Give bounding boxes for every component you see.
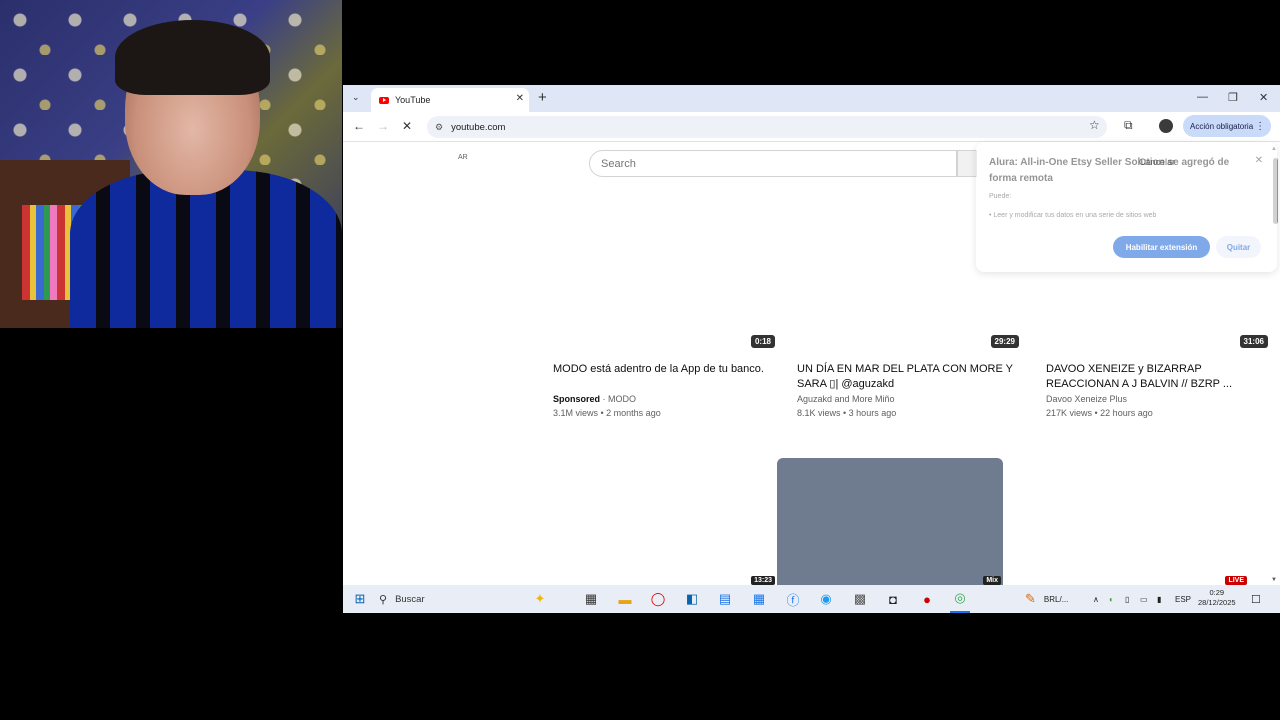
video-title[interactable]: UN DÍA EN MAR DEL PLATA CON MORE Y SARA … <box>797 362 1023 392</box>
obs-icon[interactable]: ◘ <box>883 585 903 613</box>
video-meta: 8.1K views • 3 hours ago <box>797 408 897 418</box>
browser-toolbar: ← → ✕ ⚙ youtube.com ☆ ⧉ Acción obligator… <box>343 112 1280 142</box>
enable-extension-button[interactable]: Habilitar extensión <box>1113 236 1210 258</box>
copilot-sparkle-icon[interactable]: ✦ <box>530 585 550 613</box>
network-icon[interactable]: ▭ <box>1140 585 1148 613</box>
youtube-favicon-icon <box>379 96 389 104</box>
live-card[interactable]: LIVE <box>1023 458 1249 585</box>
calendar-app-icon[interactable]: ▤ <box>715 585 735 613</box>
video-meta: 217K views • 22 hours ago <box>1046 408 1153 418</box>
forward-icon[interactable]: → <box>377 119 389 133</box>
video-duration: 29:29 <box>990 335 1019 348</box>
popup-subtitle: Puede: <box>989 193 1012 200</box>
address-bar[interactable]: ⚙ youtube.com <box>427 116 1107 138</box>
video-duration: 31:06 <box>1239 335 1268 348</box>
app-brl-label: BRL/... <box>1043 594 1069 604</box>
youtube-page: AR Search 0:18 MODO está adentro de la A… <box>343 142 1280 585</box>
profile-avatar[interactable] <box>1159 119 1173 133</box>
tab-youtube[interactable]: YouTube ✕ <box>371 88 529 112</box>
app-grid-icon[interactable]: ▩ <box>850 585 870 613</box>
video-duration: 0:18 <box>750 335 775 348</box>
video-card[interactable]: 0:18 MODO está adentro de la App de tu b… <box>553 226 779 418</box>
clock-date: 28/12/2025 <box>1198 598 1236 607</box>
search-button[interactable] <box>957 150 977 177</box>
cancel-button[interactable]: Cancelar <box>1139 157 1175 167</box>
live-badge: LIVE <box>1225 576 1247 585</box>
calculator-icon[interactable]: ▦ <box>749 585 769 613</box>
windows-start-icon[interactable]: ⊞ <box>353 585 367 613</box>
mix-thumbnail[interactable]: Mix <box>777 458 1003 585</box>
tray-app-icon[interactable]: ◐ <box>1109 585 1114 613</box>
popup-close-icon[interactable]: ✕ <box>1255 155 1263 166</box>
video-card[interactable]: 13:23 <box>553 458 779 585</box>
stop-loading-icon[interactable]: ✕ <box>402 119 412 133</box>
url-text: youtube.com <box>451 121 506 133</box>
video-thumbnail[interactable]: 13:23 <box>553 458 779 585</box>
webcam-overlay <box>0 0 342 328</box>
restore-icon[interactable]: ❐ <box>1228 91 1238 104</box>
sponsored-label: Sponsored <box>553 394 601 404</box>
extension-popup: Alura: All-in-One Etsy Seller Solution s… <box>976 142 1277 272</box>
minimize-icon[interactable]: — <box>1197 91 1208 103</box>
region-code: AR <box>458 154 468 161</box>
video-channel[interactable]: Davoo Xeneize Plus <box>1046 394 1272 404</box>
video-title[interactable]: MODO está adentro de la App de tu banco. <box>553 362 779 392</box>
search-placeholder: Search <box>601 157 636 170</box>
clock-time: 0:29 <box>1209 588 1225 597</box>
tab-search-dropdown-icon[interactable]: ⌄ <box>352 92 360 103</box>
tab-title: YouTube <box>395 95 431 105</box>
tab-close-icon[interactable]: ✕ <box>516 93 524 104</box>
opera-icon[interactable]: ◯ <box>648 585 668 613</box>
mix-badge: Mix <box>983 576 1001 585</box>
record-app-icon[interactable]: ● <box>917 585 937 613</box>
popup-permission: • Leer y modificar tus datos en una seri… <box>989 212 1157 219</box>
bookmark-star-icon[interactable]: ☆ <box>1089 118 1100 132</box>
webcam-hair <box>115 20 270 95</box>
windows-taskbar: ⊞ ⚲ Buscar ✦ ▦ ▬ ◯ ◧ ▤ ▦ ⓕ ◉ ▩ ◘ ● ◎ ✎ B… <box>343 585 1280 613</box>
clock[interactable]: 0:29 28/12/2025 <box>1198 588 1236 608</box>
chrome-icon[interactable]: ◎ <box>950 585 970 613</box>
notifications-icon[interactable]: ☐ <box>1251 585 1261 613</box>
channel-name[interactable]: MODO <box>608 394 636 404</box>
action-required-label: Acción obligatoria <box>1190 121 1254 131</box>
taskbar-search-label: Buscar <box>395 593 425 605</box>
language-indicator[interactable]: ESP <box>1175 585 1191 613</box>
app-brl-icon: ✎ <box>1025 591 1036 606</box>
window-close-icon[interactable]: ✕ <box>1259 91 1268 104</box>
live-thumbnail[interactable]: LIVE <box>1023 458 1249 585</box>
search-input[interactable]: Search <box>589 150 957 177</box>
tray-device-icon[interactable]: ▯ <box>1125 585 1129 613</box>
tab-strip: ⌄ YouTube ✕ + — ❐ ✕ <box>343 85 1280 112</box>
popup-title: Alura: All-in-One Etsy Seller Solution s… <box>989 157 1230 184</box>
video-title[interactable]: DAVOO XENEIZE y BIZARRAP REACCIONAN A J … <box>1046 362 1272 392</box>
remove-extension-button[interactable]: Quitar <box>1216 236 1261 258</box>
taskbar-app-brl[interactable]: ✎ BRL/... <box>1025 585 1068 613</box>
webcam-person <box>70 20 342 328</box>
menu-kebab-icon[interactable]: ⋮ <box>1255 121 1265 132</box>
chrome-window: ⌄ YouTube ✕ + — ❐ ✕ ← → ✕ ⚙ youtube.com … <box>343 85 1280 585</box>
twitter-icon[interactable]: ◉ <box>816 585 836 613</box>
action-required-button[interactable]: Acción obligatoria ⋮ <box>1183 115 1272 137</box>
back-icon[interactable]: ← <box>353 119 365 133</box>
search-icon: ⚲ <box>379 593 388 606</box>
scroll-down-icon[interactable]: ▼ <box>1271 577 1277 583</box>
file-explorer-icon[interactable]: ▬ <box>615 585 635 613</box>
mix-card[interactable]: Mix <box>777 458 1003 585</box>
task-view-icon[interactable]: ▦ <box>581 585 601 613</box>
facebook-icon[interactable]: ⓕ <box>783 585 803 613</box>
tray-chevron-icon[interactable]: ∧ <box>1093 585 1099 613</box>
video-meta: 3.1M views • 2 months ago <box>553 408 661 418</box>
video-channel[interactable]: Sponsored · MODO <box>553 394 779 404</box>
microphone-icon[interactable]: ▮ <box>1157 585 1161 613</box>
outlook-icon[interactable]: ◧ <box>682 585 702 613</box>
video-duration: 13:23 <box>751 576 775 585</box>
extensions-puzzle-icon[interactable]: ⧉ <box>1124 118 1133 133</box>
video-channel[interactable]: Aguzakd and More Miño <box>797 394 1023 404</box>
new-tab-icon[interactable]: + <box>538 89 547 106</box>
video-thumbnail[interactable]: 0:18 <box>553 226 779 352</box>
site-info-icon[interactable]: ⚙ <box>435 122 443 133</box>
